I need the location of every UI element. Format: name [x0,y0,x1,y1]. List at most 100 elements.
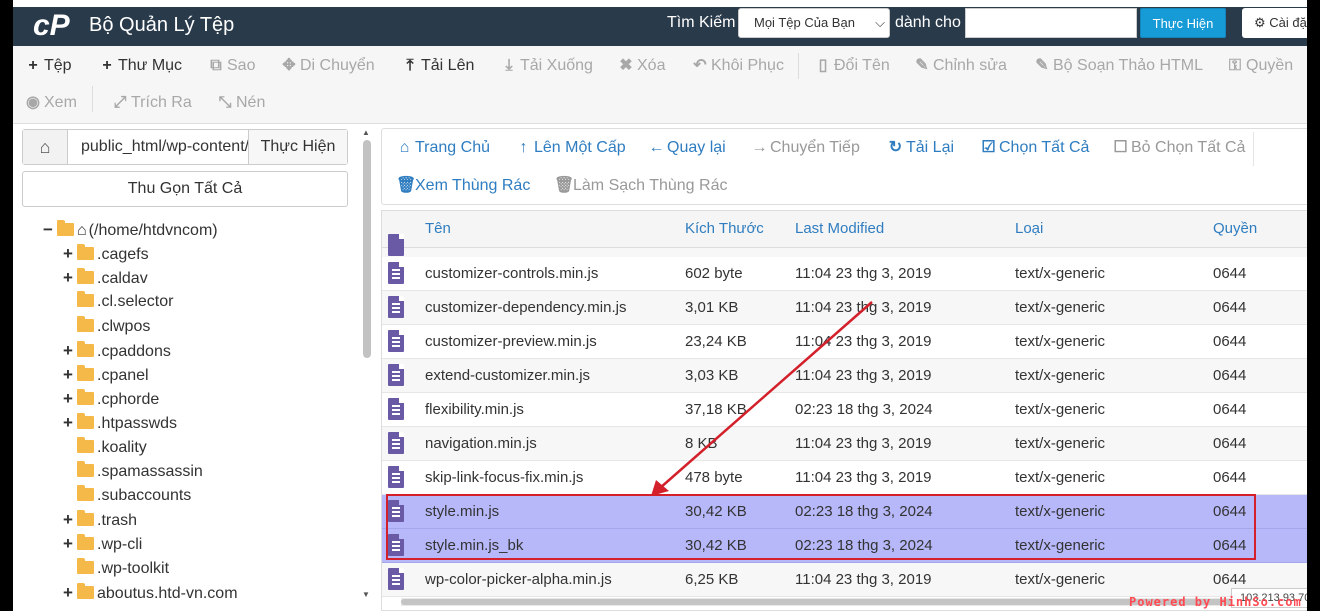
table-row[interactable]: navigation.min.js 8 KB 11:04 23 thg 3, 201… [382,427,1307,461]
tree-item[interactable]: + .cphorde [63,387,159,411]
copy-button[interactable]: ⧉ Sao [208,55,255,77]
scroll-up-icon[interactable]: ▲ [362,128,370,137]
select-all-button[interactable]: ☑ Chọn Tất Cả [980,137,1089,159]
search-input[interactable] [965,8,1137,38]
column-header-type[interactable]: Loại [1015,220,1043,237]
home-icon: ⌂ [77,222,87,239]
file-icon [388,330,404,352]
tree-item[interactable]: + .caldav [63,266,148,290]
table-row[interactable]: customizer-preview.min.js 23,24 KB 11:04 2… [382,325,1307,359]
tree-scrollbar[interactable]: ▲ ▼ [362,128,371,604]
folder-icon [77,582,94,599]
delete-label: Xóa [637,57,666,74]
expand-icon[interactable]: + [63,242,77,266]
column-header-modified[interactable]: Last Modified [795,220,884,237]
tree-item[interactable]: + aboutus.htd-vn.com [63,581,238,605]
new-file-button[interactable]: + Tệp [25,55,71,77]
view-trash-button[interactable]: 🗑Xem Thùng Rác [396,175,530,197]
edit-button[interactable]: ✎ Chỉnh sửa [914,55,1007,77]
collapse-icon[interactable]: − [43,218,57,242]
tree-item[interactable]: .clwpos [63,315,150,339]
tree-item[interactable]: + .cpanel [63,363,149,387]
html-editor-button[interactable]: ✎ Bộ Soạn Thảo HTML [1034,55,1203,77]
scroll-down-icon[interactable]: ▼ [362,590,370,599]
cell-name[interactable]: flexibility.min.js [425,401,524,418]
back-button[interactable]: ← Quay lại [648,137,726,159]
expand-icon[interactable]: + [63,363,77,387]
expand-icon[interactable]: + [63,508,77,532]
upload-button[interactable]: ⤒ Tải Lên [402,55,474,77]
permissions-button[interactable]: ⚿ Quyền [1227,55,1293,77]
empty-trash-label: Làm Sạch Thùng Rác [573,177,728,194]
view-button[interactable]: ◉ Xem [25,92,77,114]
table-row[interactable]: flexibility.min.js 37,18 KB 02:23 18 thg 3… [382,393,1307,427]
expand-icon[interactable]: + [63,411,77,435]
tree-item[interactable]: .cl.selector [63,290,173,314]
tree-item-label: .spamassassin [97,462,203,480]
table-row[interactable]: wp-color-picker-alpha.min.js 6,25 KB 11:04… [382,563,1307,597]
undo-icon: ↶ [693,57,707,74]
tree-item[interactable]: .spamassassin [63,460,203,484]
home-nav-button[interactable]: ⌂ Trang Chủ [396,137,490,159]
cell-name[interactable]: navigation.min.js [425,435,537,452]
tree-item[interactable]: + .trash [63,508,137,532]
cell-size: 23,24 KB [685,333,747,350]
cell-name[interactable]: customizer-controls.min.js [425,265,598,282]
cell-name[interactable]: extend-customizer.min.js [425,367,590,384]
search-scope-value: Mọi Tệp Của Bạn [754,15,855,30]
tree-item[interactable]: + .cpaddons [63,339,171,363]
tree-item[interactable]: + .wp-cli [63,532,142,556]
download-button[interactable]: ⤓ Tải Xuống [501,55,592,77]
up-one-level-button[interactable]: ↑ Lên Một Cấp [515,137,626,159]
cell-name[interactable]: customizer-preview.min.js [425,333,597,350]
table-row[interactable]: skip-link-focus-fix.min.js 478 byte 11:04 … [382,461,1307,495]
extract-button[interactable]: ⤢ Trích Ra [112,92,192,114]
new-folder-button[interactable]: + Thư Mục [99,55,182,77]
search-scope-select[interactable]: Mọi Tệp Của Bạn ⌵ [738,8,890,38]
cell-name[interactable]: customizer-dependency.min.js [425,299,626,316]
table-row[interactable]: extend-customizer.min.js 3,03 KB 11:04 23 … [382,359,1307,393]
directory-tree-pane: ⌂ public_html/wp-content/ Thực Hiện Thu … [13,124,375,611]
expand-icon[interactable]: + [63,581,77,605]
scrollbar-thumb[interactable] [363,140,371,358]
empty-trash-button[interactable]: 🗑Làm Sạch Thùng Rác [554,175,727,197]
search-go-button[interactable]: Thực Hiện [1140,8,1226,38]
tree-item-label: .trash [97,512,138,530]
restore-button[interactable]: ↶ Khôi Phục [692,55,784,77]
expand-icon[interactable]: + [63,532,77,556]
home-icon[interactable]: ⌂ [23,130,68,164]
expand-icon[interactable]: + [63,266,77,290]
forward-button[interactable]: → Chuyển Tiếp [751,137,860,159]
cell-name[interactable]: wp-color-picker-alpha.min.js [425,571,612,588]
table-row[interactable]: customizer-dependency.min.js 3,01 KB 11:04… [382,291,1307,325]
cell-size: 3,03 KB [685,367,739,384]
file-icon [388,234,404,256]
tree-item[interactable]: .wp-toolkit [63,557,169,581]
reload-button[interactable]: ↻ Tải Lại [887,137,954,159]
collapse-all-button[interactable]: Thu Gọn Tất Cả [22,171,348,207]
path-go-button[interactable]: Thực Hiện [248,130,347,164]
rename-button[interactable]: ▯ Đổi Tên [815,55,890,77]
top-header: cP Bộ Quản Lý Tệp Tìm Kiếm Mọi Tệp Của B… [13,7,1307,46]
column-header-size[interactable]: Kích Thước [685,220,764,237]
tree-item[interactable]: .subaccounts [63,484,191,508]
delete-button[interactable]: ✖ Xóa [618,55,665,77]
tree-item-label: aboutus.htd-vn.com [97,584,238,602]
path-input[interactable]: public_html/wp-content/ [68,130,248,164]
column-header-permissions[interactable]: Quyền [1213,220,1257,237]
cell-size: 3,01 KB [685,299,739,316]
tree-item[interactable]: + .htpasswds [63,411,177,435]
settings-button[interactable]: ⚙ Cài đặt [1242,8,1307,38]
table-row[interactable]: customizer-controls.min.js 602 byte 11:04 … [382,257,1307,291]
compress-button[interactable]: ⤡ Nén [217,92,266,114]
tree-item[interactable]: + .cagefs [63,242,149,266]
expand-icon[interactable]: + [63,339,77,363]
tree-item[interactable]: .koality [63,436,147,460]
html-editor-label: Bộ Soạn Thảo HTML [1053,57,1204,74]
cell-name[interactable]: skip-link-focus-fix.min.js [425,469,583,486]
move-button[interactable]: ✥ Di Chuyển [281,55,374,77]
expand-icon[interactable]: + [63,387,77,411]
deselect-all-button[interactable]: ☐ Bỏ Chọn Tất Cả [1112,137,1245,159]
tree-item[interactable]: − ⌂ (/home/htdvncom) [43,218,218,242]
column-header-name[interactable]: Tên [425,220,451,237]
